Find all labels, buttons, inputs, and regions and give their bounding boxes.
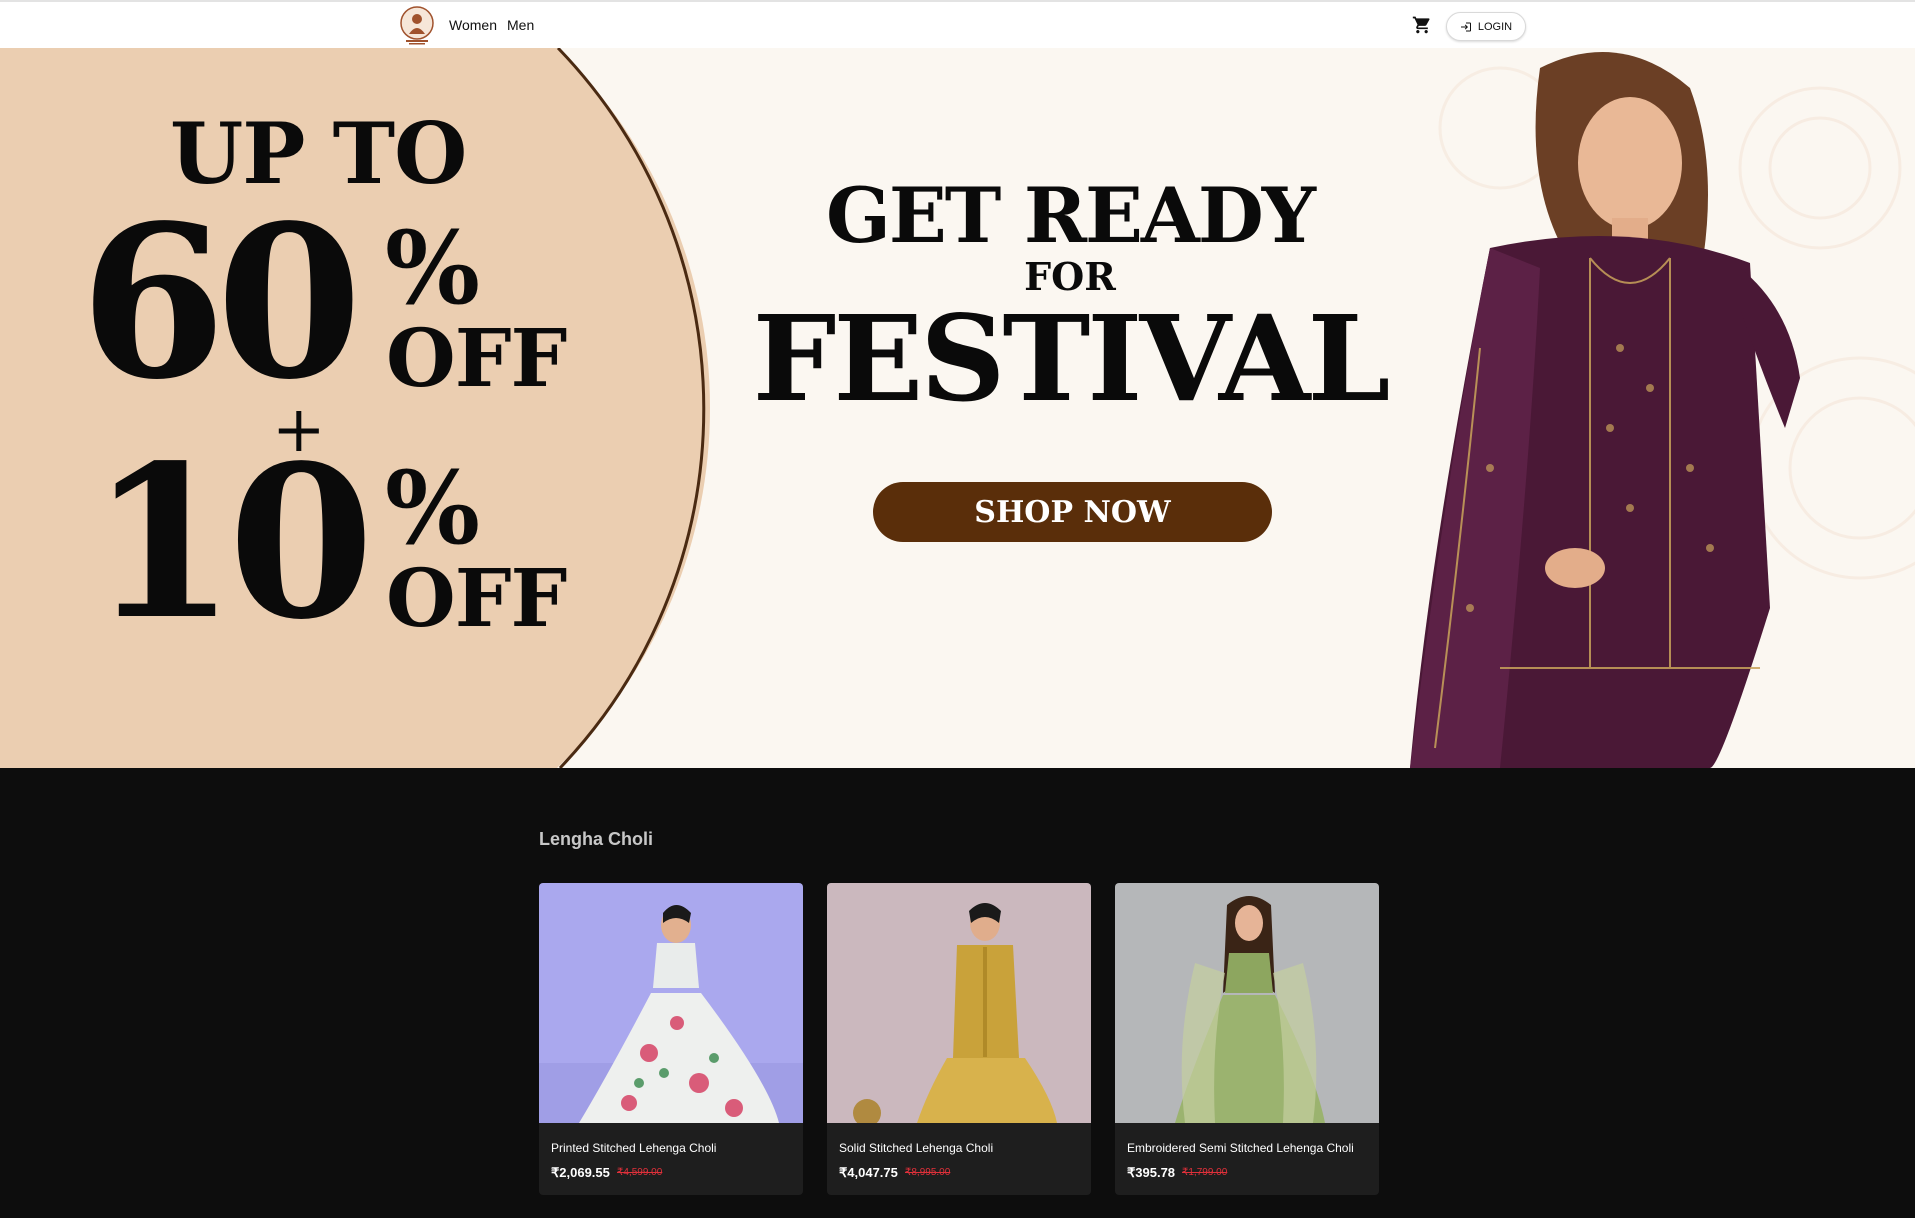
offer-first-percent: % [385, 209, 480, 327]
shopping-cart-icon[interactable] [1412, 15, 1432, 35]
login-icon [1460, 22, 1471, 31]
floral-lehenga-image[interactable] [539, 883, 803, 1123]
top-navbar: Women Men LOGIN [0, 0, 1915, 48]
product-card[interactable]: Embroidered Semi Stitched Lehenga Choli … [1115, 883, 1379, 1195]
offer-second-percent: % [385, 449, 480, 567]
offer-second-value: 10 [90, 419, 374, 666]
product-price: ₹395.78 [1127, 1165, 1176, 1180]
headline-get-ready: GET READY [825, 171, 1316, 260]
login-label: LOGIN [1477, 20, 1513, 33]
product-original-price: ₹4,599.00 [617, 1167, 663, 1178]
nav-men-link[interactable]: Men [507, 17, 534, 33]
model-in-purple-outfit-image [1410, 52, 1800, 768]
brand-logo-icon[interactable] [400, 6, 434, 46]
section-title: Lengha Choli [539, 829, 653, 849]
login-button[interactable]: LOGIN [1446, 12, 1526, 41]
product-card[interactable]: Solid Stitched Lehenga Choli ₹4,047.75 ₹… [827, 883, 1091, 1195]
product-card[interactable]: Printed Stitched Lehenga Choli ₹2,069.55… [539, 883, 803, 1195]
green-lehenga-image[interactable] [1115, 883, 1379, 1123]
product-name[interactable]: Printed Stitched Lehenga Choli [551, 1141, 716, 1155]
product-original-price: ₹8,995.00 [905, 1167, 951, 1178]
offer-first-value: 60 [80, 179, 362, 426]
shop-now-button[interactable]: SHOP NOW [873, 482, 1272, 542]
product-name[interactable]: Embroidered Semi Stitched Lehenga Choli [1127, 1141, 1354, 1155]
product-price: ₹2,069.55 [551, 1165, 610, 1180]
offer-first-off: OFF [386, 311, 567, 405]
product-name[interactable]: Solid Stitched Lehenga Choli [839, 1141, 993, 1155]
headline-festival: FESTIVAL [752, 289, 1391, 428]
mustard-lehenga-image[interactable] [827, 883, 1091, 1123]
product-original-price: ₹1,799.00 [1182, 1167, 1228, 1178]
nav-women-link[interactable]: Women [449, 17, 497, 33]
product-price: ₹4,047.75 [839, 1165, 898, 1180]
hero-banner[interactable]: UP TO 60 % OFF + 10 % OFF GET READY FOR … [0, 48, 1915, 768]
offer-second-off: OFF [386, 551, 567, 645]
